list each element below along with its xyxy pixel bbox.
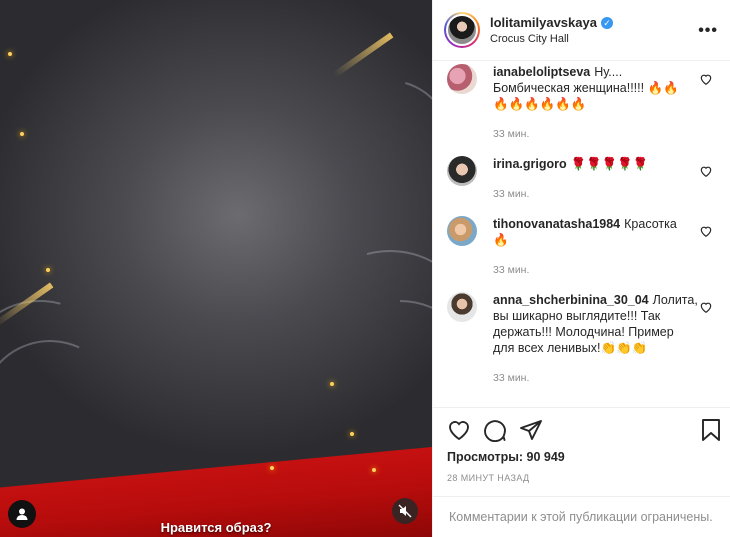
- sparkle: [270, 466, 274, 470]
- heart-icon[interactable]: [699, 72, 713, 86]
- post-header: lolitamilyavskaya ✓ Crocus City Hall •••: [433, 0, 730, 61]
- sparkle: [330, 382, 334, 386]
- more-options-button[interactable]: •••: [698, 22, 718, 40]
- commenter-avatar[interactable]: [447, 64, 477, 94]
- comments-restricted-notice: Комментарии к этой публикации ограничены…: [433, 496, 730, 537]
- decor-leaf: [0, 320, 140, 500]
- post-timestamp[interactable]: 28 МИНУТ НАЗАД: [447, 473, 530, 483]
- commenter-avatar[interactable]: [447, 292, 477, 322]
- comment-icon[interactable]: [483, 418, 507, 442]
- sparkle: [350, 432, 354, 436]
- post-location[interactable]: Crocus City Hall: [490, 33, 613, 45]
- comment-username[interactable]: anna_shcherbinina_30_04: [493, 293, 649, 307]
- commenter-avatar[interactable]: [447, 216, 477, 246]
- sparkle: [8, 52, 12, 56]
- comment-item: ianabeloliptseva Ну.... Бомбическая женщи…: [447, 64, 730, 142]
- author-avatar[interactable]: [444, 12, 480, 48]
- sparkle: [372, 468, 376, 472]
- bookmark-icon[interactable]: [699, 418, 723, 442]
- person-icon: [16, 508, 28, 520]
- comment-time[interactable]: 33 мин.: [493, 186, 648, 202]
- sparkle: [20, 132, 24, 136]
- comment-item: tihonovanatasha1984 Красотка 🔥 33 мин.: [447, 216, 730, 278]
- comment-time[interactable]: 33 мин.: [493, 262, 691, 278]
- post-sidebar: lolitamilyavskaya ✓ Crocus City Hall •••…: [432, 0, 730, 537]
- comment-item: anna_shcherbinina_30_04 Лолита, вы шикарн…: [447, 292, 730, 386]
- share-icon[interactable]: [519, 418, 543, 442]
- comment-username[interactable]: irina.grigoro: [493, 157, 567, 171]
- mute-toggle-button[interactable]: [392, 498, 418, 524]
- heart-icon[interactable]: [699, 224, 713, 238]
- verified-badge-icon: ✓: [600, 16, 613, 29]
- decor-leaf: [308, 58, 432, 222]
- comment-text: 🌹🌹🌹🌹🌹: [570, 157, 649, 171]
- post-media-video[interactable]: Нравится образ?: [0, 0, 432, 537]
- comment-username[interactable]: ianabeloliptseva: [493, 65, 590, 79]
- heart-icon[interactable]: [447, 418, 471, 442]
- author-username[interactable]: lolitamilyavskaya: [490, 15, 597, 30]
- sparkle: [46, 268, 50, 272]
- comment-username[interactable]: tihonovanatasha1984: [493, 217, 620, 231]
- comment-time[interactable]: 33 мин.: [493, 126, 691, 142]
- comments-list[interactable]: ianabeloliptseva Ну.... Бомбическая женщи…: [433, 62, 730, 406]
- comment-item: irina.grigoro 🌹🌹🌹🌹🌹 33 мин.: [447, 156, 730, 202]
- muted-speaker-icon: [398, 504, 412, 518]
- comment-time[interactable]: 33 мин.: [493, 370, 698, 386]
- views-count[interactable]: Просмотры: 90 949: [447, 450, 565, 464]
- light-beam: [332, 32, 394, 78]
- video-caption: Нравится образ?: [160, 520, 272, 535]
- commenter-avatar[interactable]: [447, 156, 477, 186]
- heart-icon[interactable]: [699, 300, 713, 314]
- heart-icon[interactable]: [699, 164, 713, 178]
- post-actions-bar: [433, 407, 730, 451]
